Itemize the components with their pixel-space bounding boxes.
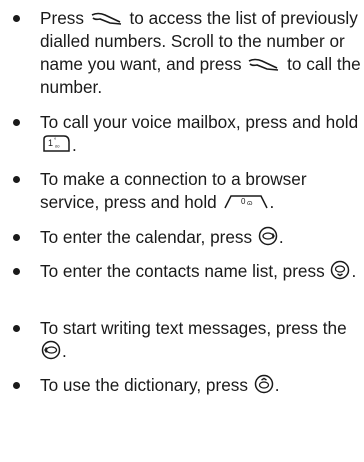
text-fragment: Press [40,8,89,28]
bullet [13,119,20,126]
bullet [13,234,20,241]
text-fragment: . [72,135,77,155]
list-item-text: Press to access the list of previously d… [40,7,362,99]
call-key-icon [90,11,124,27]
list-item-text: To use the dictionary, press . [40,374,362,397]
list-item-text: To call your voice mailbox, press and ho… [40,111,362,157]
svg-text:ᵒᵒ: ᵒᵒ [55,145,60,151]
bullet [13,325,20,332]
text-fragment: To start writing text messages, press th… [40,318,347,338]
svg-text:ɷ: ɷ [247,200,253,207]
list-item-text: To make a connection to a browser servic… [40,168,362,214]
text-fragment: To use the dictionary, press [40,375,253,395]
svg-text:°: ° [54,138,57,144]
bullet [13,176,20,183]
text-fragment: To enter the calendar, press [40,227,257,247]
text-fragment: . [269,192,275,212]
bullet [13,382,20,389]
list-item-text: To enter the contacts name list, press . [40,260,362,283]
list-item-text: To enter the calendar, press . [40,226,362,249]
svg-text:0: 0 [241,197,246,206]
scroll-down-icon [330,260,350,280]
bullet [13,15,20,22]
key-1-voicemail-icon: 1 ° ᵒᵒ [41,134,71,154]
text-fragment: . [274,375,280,395]
list-item-text: To start writing text messages, press th… [40,317,362,363]
call-key-icon [247,57,281,73]
scroll-up-icon [254,374,274,394]
svg-text:1: 1 [48,138,53,148]
text-fragment: To call your voice mailbox, press and ho… [40,112,359,132]
scroll-right-icon [258,226,278,246]
text-fragment: . [278,227,284,247]
key-0-browser-icon: 0ɷ [223,193,269,211]
text-fragment: . [62,341,67,361]
text-fragment: . [351,261,357,281]
text-fragment: To enter the contacts name list, press [40,261,330,281]
scroll-left-icon [41,340,61,360]
bullet [13,268,20,275]
